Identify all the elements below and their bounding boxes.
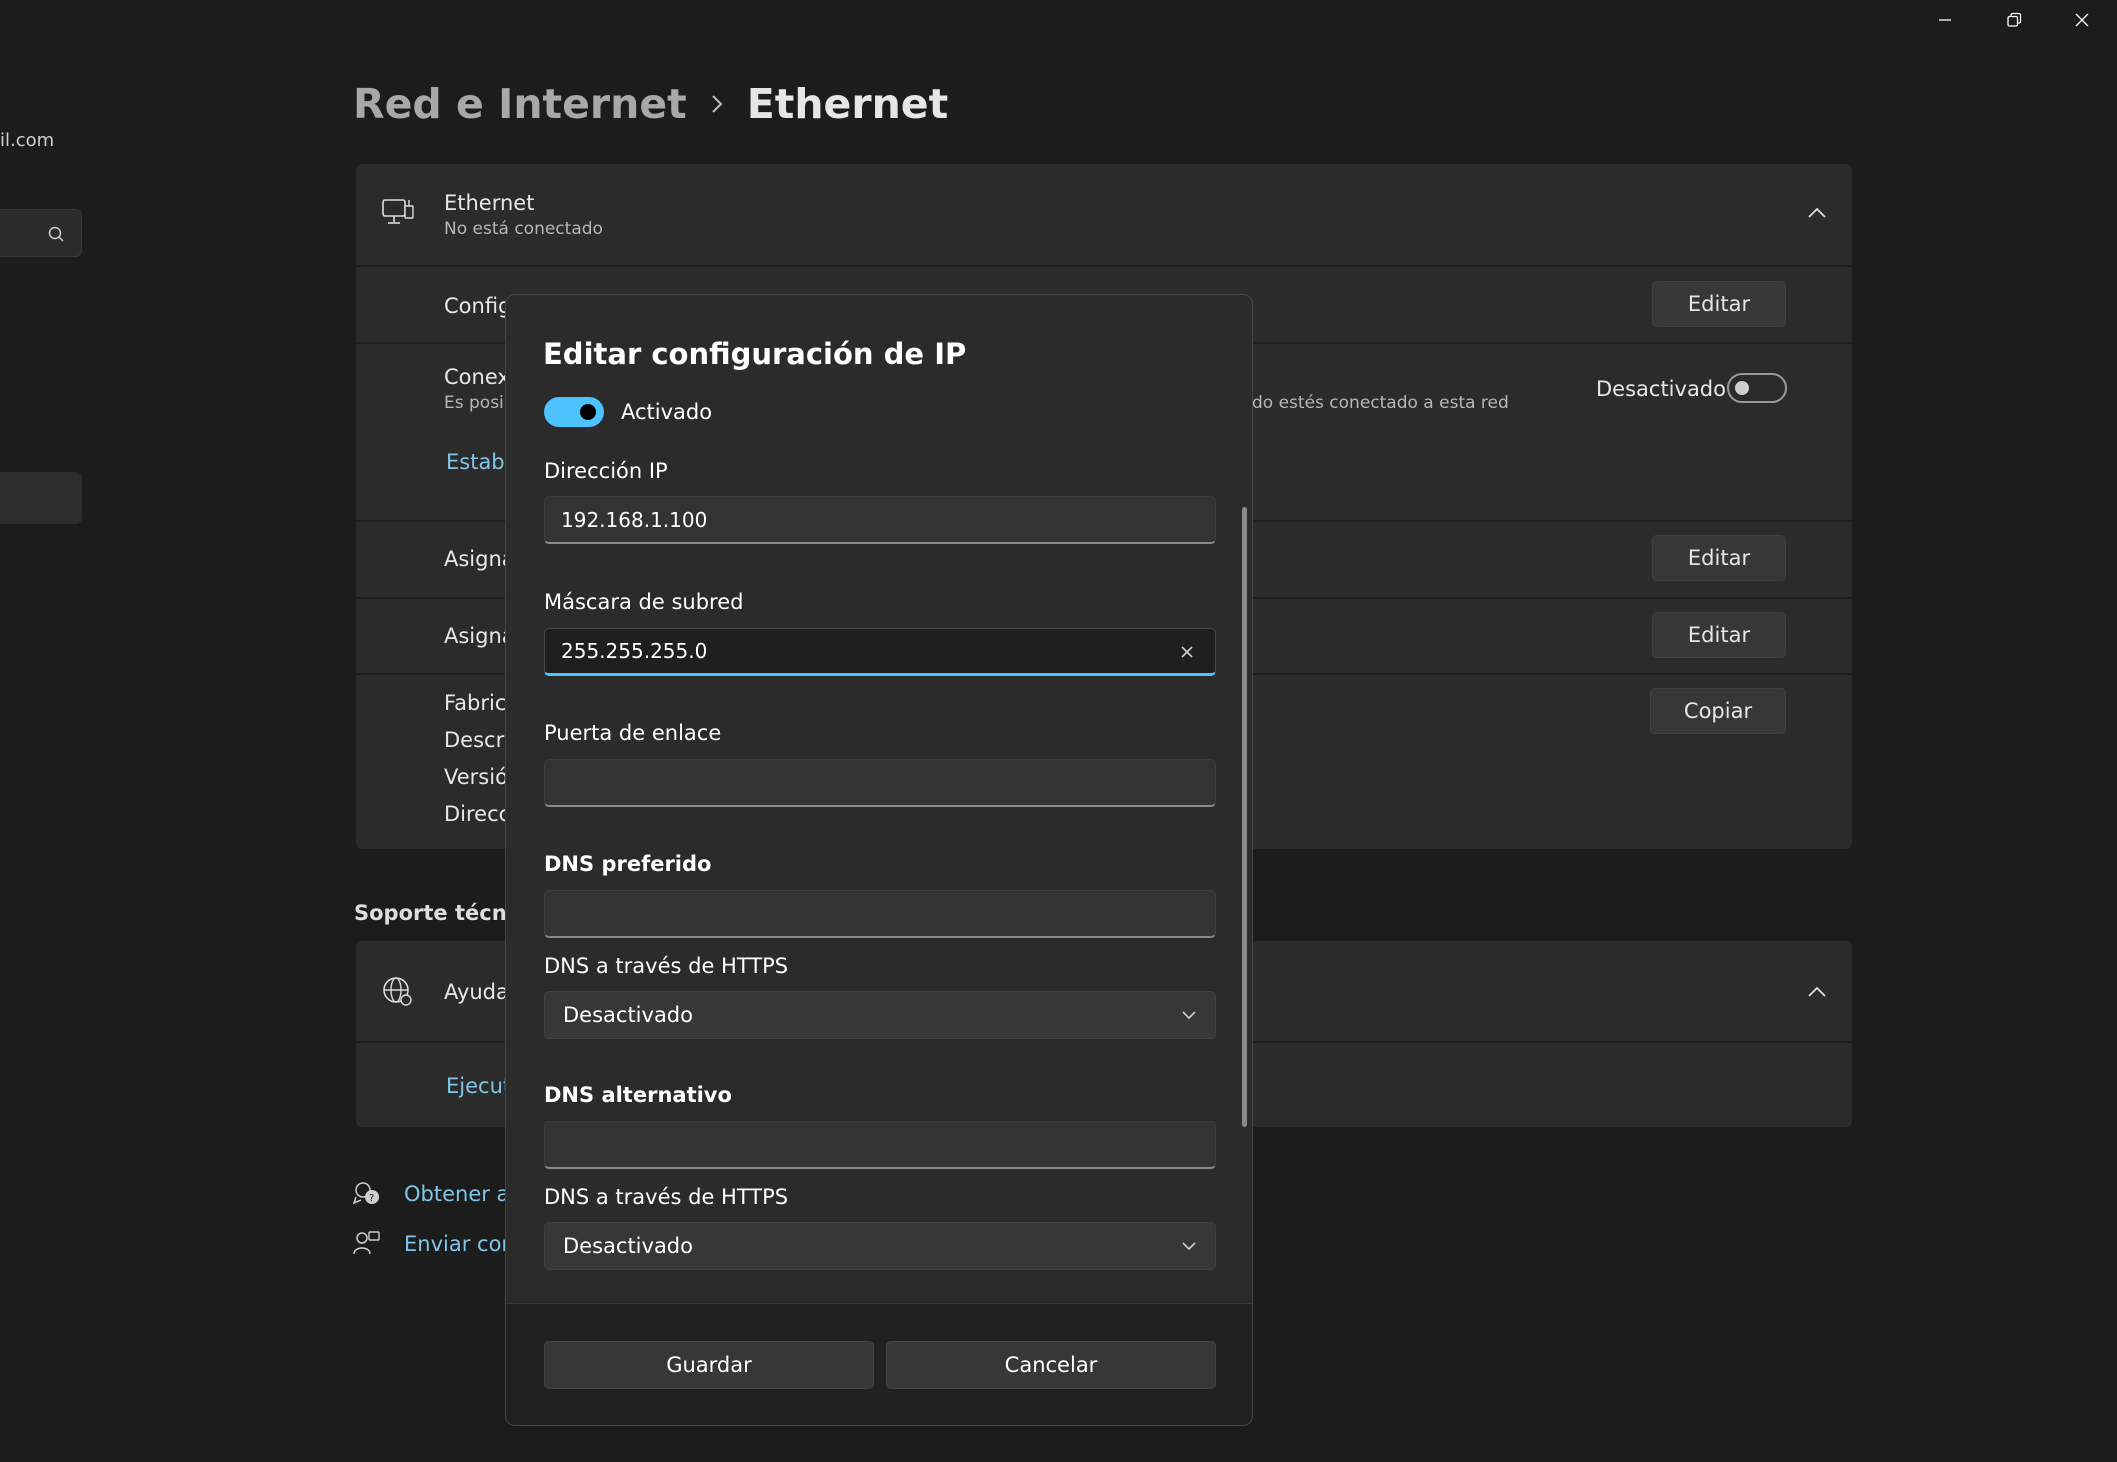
- breadcrumb-parent[interactable]: Red e Internet: [353, 80, 687, 128]
- dns-https-label-1: DNS a través de HTTPS: [544, 954, 789, 978]
- dialog-title: Editar configuración de IP: [543, 337, 967, 371]
- clear-input-button[interactable]: [1170, 635, 1204, 669]
- ethernet-status: No está conectado: [444, 219, 603, 239]
- edit-button-3[interactable]: Editar: [1652, 612, 1786, 658]
- svg-text:?: ?: [369, 1193, 374, 1204]
- ip-address-label: Dirección IP: [544, 459, 668, 483]
- close-icon: [1179, 644, 1195, 660]
- metered-toggle[interactable]: [1727, 373, 1787, 403]
- chevron-up-icon[interactable]: [1806, 206, 1828, 220]
- connection-row-sub-right: do estés conectado a esta red: [1252, 393, 1509, 413]
- alternate-dns-label: DNS alternativo: [544, 1083, 732, 1107]
- save-button[interactable]: Guardar: [544, 1341, 874, 1389]
- help-chat-icon: ?: [353, 1180, 381, 1208]
- chevron-down-icon: [1181, 1240, 1197, 1252]
- close-button[interactable]: [2048, 0, 2116, 40]
- connection-row-sub: Es posib: [444, 393, 515, 413]
- restore-icon: [2006, 12, 2022, 28]
- globe-icon: [381, 975, 415, 1009]
- copy-button[interactable]: Copiar: [1650, 688, 1786, 734]
- close-icon: [2074, 12, 2090, 28]
- edit-button-2[interactable]: Editar: [1652, 535, 1786, 581]
- edit-ip-dialog: Editar configuración de IP Activado Dire…: [505, 294, 1253, 1426]
- minimize-icon: [1937, 12, 1953, 28]
- divider: [356, 265, 1852, 267]
- dns-https-value-2: Desactivado: [563, 1234, 693, 1258]
- metered-toggle-label: Desactivado: [1596, 377, 1726, 401]
- gateway-label: Puerta de enlace: [544, 721, 722, 745]
- alternate-dns-input[interactable]: [544, 1121, 1216, 1169]
- chevron-down-icon: [1181, 1009, 1197, 1021]
- ethernet-icon: [381, 196, 415, 230]
- ip-address-input[interactable]: [544, 496, 1216, 544]
- subnet-mask-label: Máscara de subred: [544, 590, 744, 614]
- ethernet-title: Ethernet: [444, 191, 535, 215]
- sidebar-search-box[interactable]: [0, 209, 82, 257]
- account-email: il.com: [0, 130, 55, 151]
- preferred-dns-input[interactable]: [544, 890, 1216, 938]
- dialog-scrollbar[interactable]: [1242, 507, 1247, 1127]
- breadcrumb: Red e Internet Ethernet: [353, 80, 948, 128]
- config-row-label: Config: [444, 294, 512, 318]
- subnet-mask-input[interactable]: [544, 628, 1216, 676]
- dns-https-dropdown-1[interactable]: Desactivado: [544, 991, 1216, 1039]
- ip-toggle-label: Activado: [621, 400, 713, 424]
- search-icon: [47, 225, 65, 243]
- help-row-label: Ayuda: [444, 980, 509, 1004]
- minimize-button[interactable]: [1911, 0, 1979, 40]
- cancel-button[interactable]: Cancelar: [886, 1341, 1216, 1389]
- dns-https-dropdown-2[interactable]: Desactivado: [544, 1222, 1216, 1270]
- gateway-input[interactable]: [544, 759, 1216, 807]
- chevron-right-icon: [709, 93, 725, 115]
- dns-https-value-1: Desactivado: [563, 1003, 693, 1027]
- dns-https-label-2: DNS a través de HTTPS: [544, 1185, 789, 1209]
- sidebar-item-selected[interactable]: [0, 472, 82, 524]
- preferred-dns-label: DNS preferido: [544, 852, 712, 876]
- edit-button-1[interactable]: Editar: [1652, 281, 1786, 327]
- chevron-up-icon[interactable]: [1806, 985, 1828, 999]
- ip-toggle[interactable]: [544, 397, 604, 427]
- restore-button[interactable]: [1980, 0, 2048, 40]
- feedback-icon: [353, 1230, 381, 1258]
- page-title: Ethernet: [746, 80, 949, 128]
